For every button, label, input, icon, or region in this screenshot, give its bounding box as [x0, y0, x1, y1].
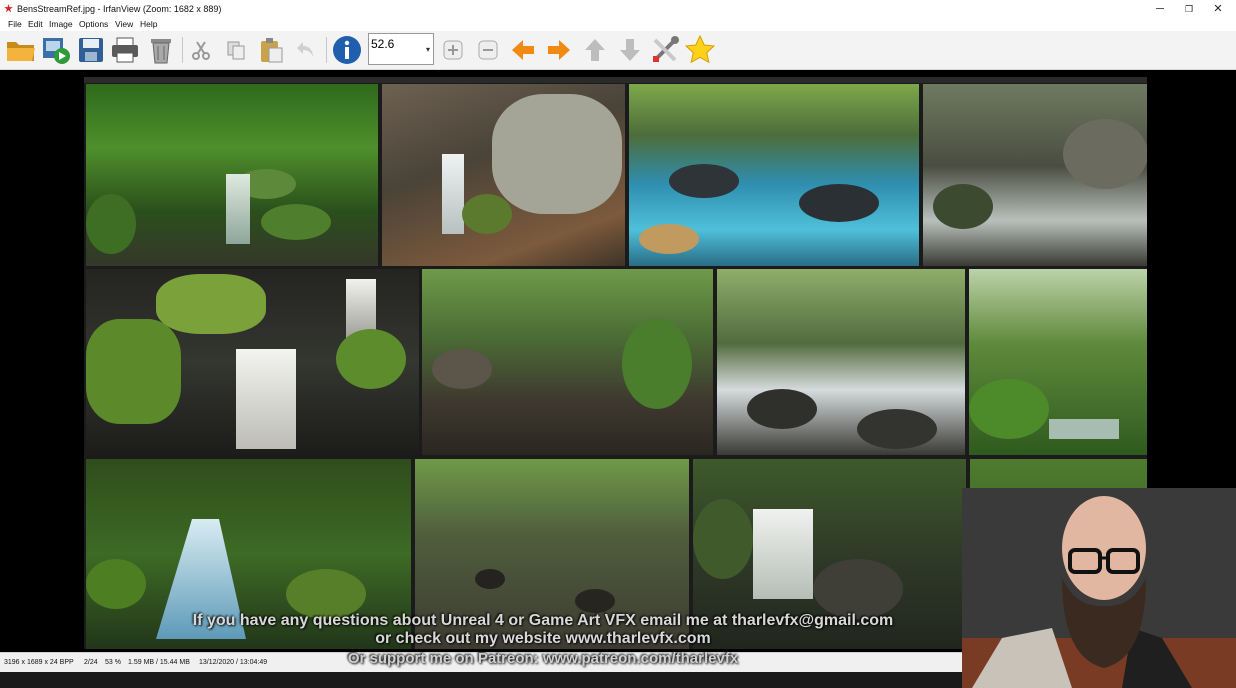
previous-arrow-icon[interactable] [507, 34, 539, 66]
photo-mossy-stream [86, 84, 378, 266]
window-title: BensStreamRef.jpg - IrfanView (Zoom: 168… [17, 4, 222, 14]
next-arrow-icon[interactable] [543, 34, 575, 66]
zoom-in-icon[interactable] [437, 34, 469, 66]
slideshow-icon[interactable] [40, 34, 72, 66]
photo-forest-cascade [923, 84, 1147, 266]
info-icon[interactable] [331, 34, 363, 66]
overlay-line-patreon: Or support me on Patreon: www.patreon.co… [347, 650, 739, 667]
minimize-button[interactable]: ─ [1145, 1, 1175, 17]
menu-bar: File Edit Image Options View Help [0, 18, 1236, 31]
photo-boulder-falls [382, 84, 625, 266]
menu-options[interactable]: Options [79, 19, 108, 29]
close-button[interactable]: ✕ [1203, 1, 1233, 17]
favorite-star-icon[interactable] [684, 34, 716, 66]
photo-rocky-rapids [717, 269, 965, 455]
toolbar-separator [326, 37, 327, 63]
streamer-webcam [962, 488, 1236, 688]
overlay-line-email: If you have any questions about Unreal 4… [192, 612, 894, 629]
open-folder-icon[interactable] [5, 34, 37, 66]
overlay-line-website: or check out my website www.tharlevfx.co… [375, 630, 711, 647]
maximize-button[interactable]: ❐ [1174, 1, 1204, 17]
paste-icon[interactable] [255, 34, 287, 66]
irfanview-app-icon [4, 4, 13, 13]
menu-view[interactable]: View [115, 19, 133, 29]
cut-icon[interactable] [185, 34, 217, 66]
title-bar: BensStreamRef.jpg - IrfanView (Zoom: 168… [0, 0, 1236, 19]
settings-tools-icon[interactable] [649, 34, 681, 66]
menu-edit[interactable]: Edit [28, 19, 43, 29]
menu-help[interactable]: Help [140, 19, 157, 29]
delete-icon[interactable] [145, 34, 177, 66]
toolbar-separator [182, 37, 183, 63]
print-icon[interactable] [109, 34, 141, 66]
photo-green-stream-bed [422, 269, 713, 455]
toolbar [0, 31, 1236, 70]
chevron-down-icon[interactable]: ▾ [426, 45, 430, 54]
photo-misty-moss-forest [969, 269, 1147, 455]
undo-icon[interactable] [290, 34, 322, 66]
down-arrow-icon[interactable] [614, 34, 646, 66]
menu-file[interactable]: File [8, 19, 22, 29]
save-icon[interactable] [75, 34, 107, 66]
photo-turquoise-rapids [629, 84, 919, 266]
copy-icon[interactable] [220, 34, 252, 66]
photo-moss-rock-waterfall [86, 269, 419, 455]
zoom-value: 52.6 [371, 37, 395, 51]
zoom-out-icon[interactable] [472, 34, 504, 66]
menu-image[interactable]: Image [49, 19, 73, 29]
zoom-combobox[interactable]: 52.6 ▾ [368, 33, 434, 65]
up-arrow-icon[interactable] [579, 34, 611, 66]
